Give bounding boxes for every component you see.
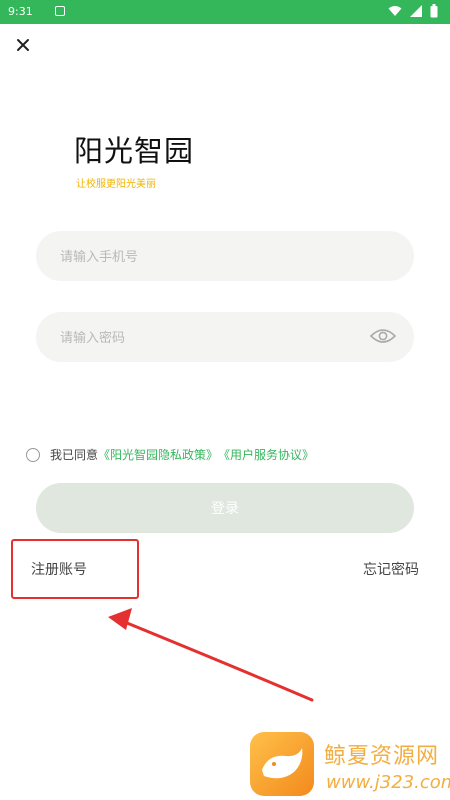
annotation-highlight-box bbox=[11, 539, 139, 599]
password-input[interactable] bbox=[58, 312, 362, 364]
watermark-logo bbox=[250, 732, 314, 796]
close-icon[interactable] bbox=[14, 36, 32, 54]
phone-field[interactable] bbox=[36, 231, 414, 283]
app-slogan: 让校服更阳光美丽 bbox=[76, 179, 156, 190]
status-time: 9:31 bbox=[8, 5, 33, 18]
agree-checkbox[interactable] bbox=[26, 447, 40, 462]
login-button[interactable]: 登录 bbox=[36, 483, 414, 533]
signal-icon bbox=[410, 5, 422, 17]
app-title: 阳光智园 bbox=[74, 134, 195, 168]
status-icons bbox=[388, 4, 438, 18]
annotation-arrow bbox=[108, 608, 314, 702]
watermark: 鲸夏资源网 www.j323.com bbox=[250, 728, 450, 800]
password-field[interactable] bbox=[36, 312, 414, 364]
status-bar: 9:31 bbox=[0, 0, 450, 24]
whale-icon bbox=[262, 748, 303, 779]
privacy-policy-link[interactable]: 《阳光智园隐私政策》 bbox=[98, 446, 218, 463]
watermark-name: 鲸夏资源网 bbox=[324, 744, 440, 769]
agreement-row: 我已同意 《阳光智园隐私政策》 《用户服务协议》 bbox=[26, 446, 314, 463]
forgot-password-link[interactable]: 忘记密码 bbox=[363, 559, 419, 579]
battery-icon bbox=[430, 4, 438, 18]
notification-icon bbox=[55, 6, 65, 16]
phone-input[interactable] bbox=[58, 231, 362, 283]
agreement-text: 我已同意 bbox=[50, 448, 99, 462]
wifi-icon bbox=[388, 6, 402, 16]
eye-icon[interactable] bbox=[370, 326, 396, 346]
terms-link[interactable]: 《用户服务协议》 bbox=[218, 446, 314, 463]
watermark-url: www.j323.com bbox=[326, 772, 450, 793]
